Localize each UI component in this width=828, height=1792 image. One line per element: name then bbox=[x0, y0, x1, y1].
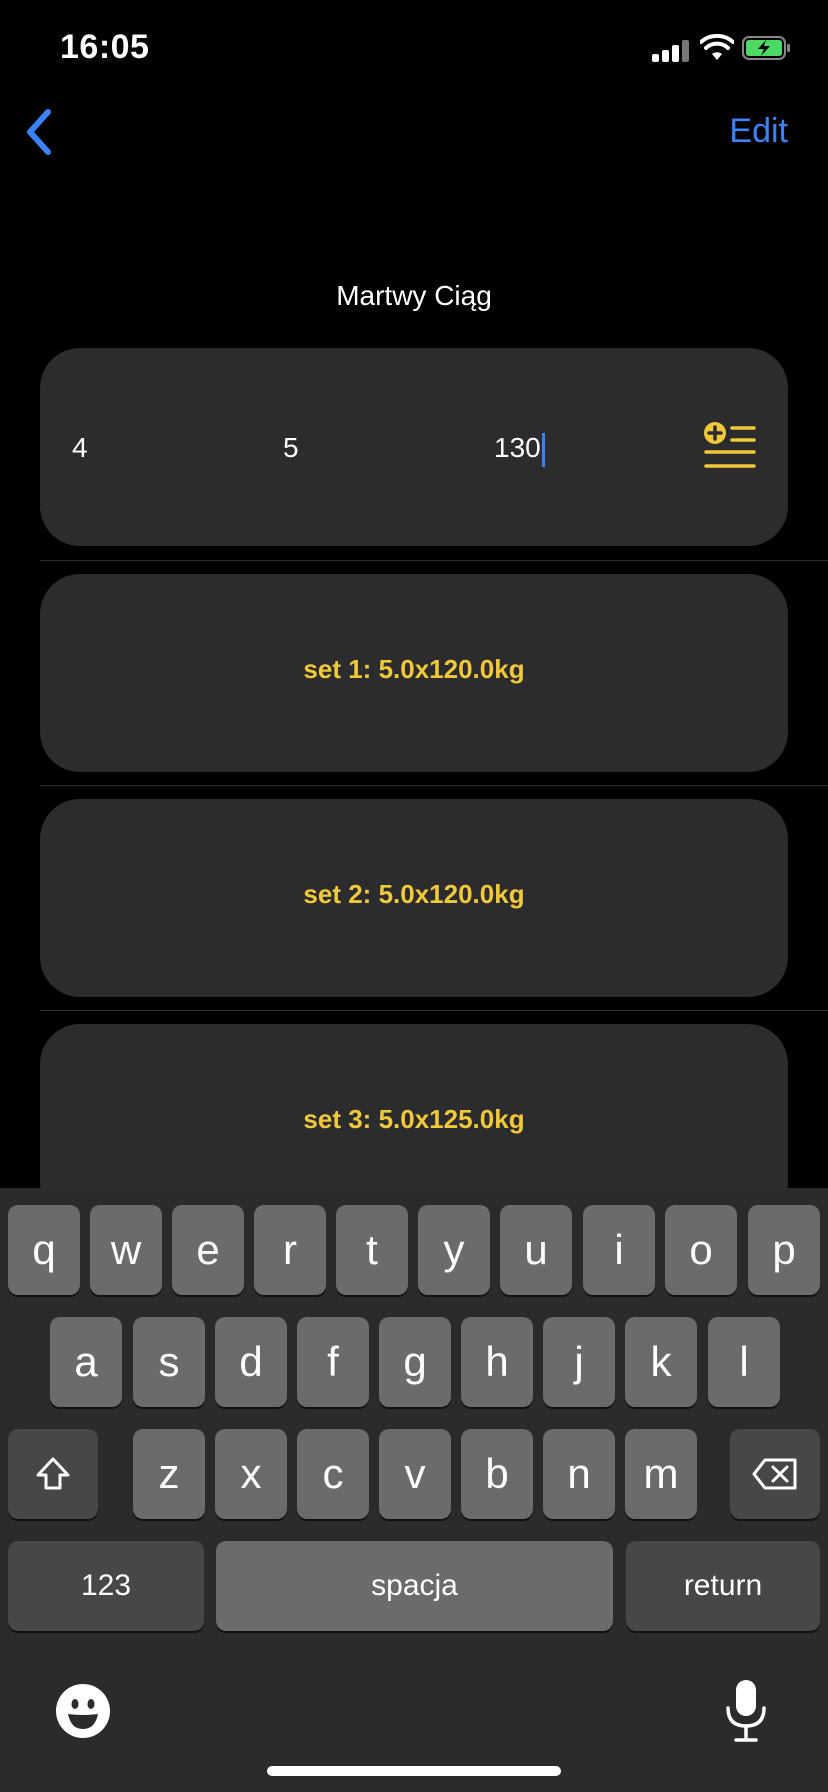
key-r[interactable]: r bbox=[254, 1205, 326, 1295]
edit-button[interactable]: Edit bbox=[729, 112, 788, 151]
key-a[interactable]: a bbox=[50, 1317, 122, 1407]
backspace-icon bbox=[752, 1458, 797, 1490]
row-separator bbox=[40, 560, 828, 561]
key-g[interactable]: g bbox=[379, 1317, 451, 1407]
key-k[interactable]: k bbox=[625, 1317, 697, 1407]
key-s[interactable]: s bbox=[133, 1317, 205, 1407]
key-d[interactable]: d bbox=[215, 1317, 287, 1407]
reps-input[interactable]: 5 bbox=[283, 432, 299, 464]
shift-key[interactable] bbox=[8, 1429, 98, 1519]
sets-input[interactable]: 4 bbox=[72, 432, 88, 464]
home-indicator bbox=[267, 1766, 561, 1776]
text-caret bbox=[541, 432, 545, 467]
return-key[interactable]: return bbox=[626, 1541, 820, 1631]
key-e[interactable]: e bbox=[172, 1205, 244, 1295]
key-t[interactable]: t bbox=[336, 1205, 408, 1295]
input-card: 4 5 130 bbox=[40, 348, 788, 546]
emoji-icon[interactable] bbox=[55, 1683, 111, 1739]
battery-charging-icon bbox=[742, 36, 790, 60]
key-j[interactable]: j bbox=[543, 1317, 615, 1407]
key-b[interactable]: b bbox=[461, 1429, 533, 1519]
key-y[interactable]: y bbox=[418, 1205, 490, 1295]
key-m[interactable]: m bbox=[625, 1429, 697, 1519]
microphone-icon[interactable] bbox=[724, 1678, 768, 1744]
weight-input-value: 130 bbox=[494, 432, 541, 463]
key-i[interactable]: i bbox=[583, 1205, 655, 1295]
key-o[interactable]: o bbox=[665, 1205, 737, 1295]
key-c[interactable]: c bbox=[297, 1429, 369, 1519]
cellular-signal-icon bbox=[652, 38, 690, 62]
key-z[interactable]: z bbox=[133, 1429, 205, 1519]
row-separator bbox=[40, 1010, 828, 1011]
weight-input[interactable]: 130 bbox=[494, 432, 545, 467]
delete-key[interactable] bbox=[730, 1429, 820, 1519]
space-key[interactable]: spacja bbox=[216, 1541, 613, 1631]
back-chevron-icon[interactable] bbox=[22, 108, 56, 156]
key-p[interactable]: p bbox=[748, 1205, 820, 1295]
row-separator bbox=[40, 785, 828, 786]
key-h[interactable]: h bbox=[461, 1317, 533, 1407]
key-x[interactable]: x bbox=[215, 1429, 287, 1519]
status-time: 16:05 bbox=[60, 28, 150, 66]
key-w[interactable]: w bbox=[90, 1205, 162, 1295]
exercise-title: Martwy Ciąg bbox=[336, 280, 492, 311]
wifi-icon bbox=[700, 34, 734, 60]
set-card[interactable]: set 1: 5.0x120.0kg bbox=[40, 574, 788, 772]
keyboard: q w e r t y u i o p a s d f g h j k l z … bbox=[0, 1188, 828, 1792]
numbers-key[interactable]: 123 bbox=[8, 1541, 204, 1631]
key-n[interactable]: n bbox=[543, 1429, 615, 1519]
set-label: set 2: 5.0x120.0kg bbox=[303, 879, 525, 909]
set-label: set 1: 5.0x120.0kg bbox=[303, 654, 525, 684]
key-l[interactable]: l bbox=[708, 1317, 780, 1407]
key-v[interactable]: v bbox=[379, 1429, 451, 1519]
key-u[interactable]: u bbox=[500, 1205, 572, 1295]
set-card[interactable]: set 2: 5.0x120.0kg bbox=[40, 799, 788, 997]
shift-icon bbox=[36, 1457, 70, 1490]
key-q[interactable]: q bbox=[8, 1205, 80, 1295]
add-list-icon[interactable] bbox=[702, 420, 758, 472]
key-f[interactable]: f bbox=[297, 1317, 369, 1407]
set-label: set 3: 5.0x125.0kg bbox=[303, 1104, 525, 1134]
